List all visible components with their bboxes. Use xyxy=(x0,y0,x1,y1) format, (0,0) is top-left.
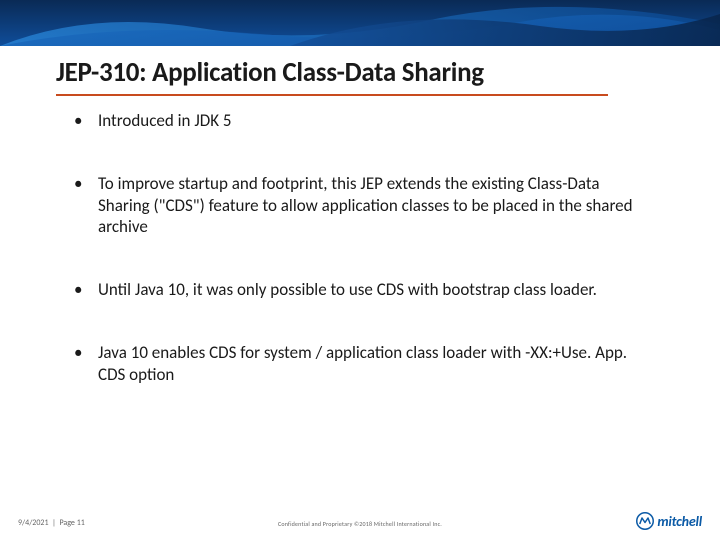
bullet-item: Java 10 enables CDS for system / applica… xyxy=(74,342,654,385)
bullet-item: Until Java 10, it was only possible to u… xyxy=(74,279,654,300)
bullet-item: Introduced in JDK 5 xyxy=(74,110,654,131)
bullet-list: Introduced in JDK 5 To improve startup a… xyxy=(74,110,654,427)
slide: JEP-310: Application Class-Data Sharing … xyxy=(0,0,720,540)
bullet-item: To improve startup and footprint, this J… xyxy=(74,173,654,237)
brand-logo: mitchell xyxy=(636,512,702,530)
brand-mark-icon xyxy=(636,512,654,530)
banner-graphic xyxy=(0,0,720,46)
brand-name: mitchell xyxy=(657,513,702,530)
top-banner xyxy=(0,0,720,46)
slide-title: JEP-310: Application Class-Data Sharing xyxy=(56,56,484,89)
title-underline xyxy=(56,94,608,96)
footer: 9/4/2021 | Page 11 Confidential and Prop… xyxy=(0,510,720,528)
footer-confidential: Confidential and Proprietary ©2018 Mitch… xyxy=(0,520,720,528)
